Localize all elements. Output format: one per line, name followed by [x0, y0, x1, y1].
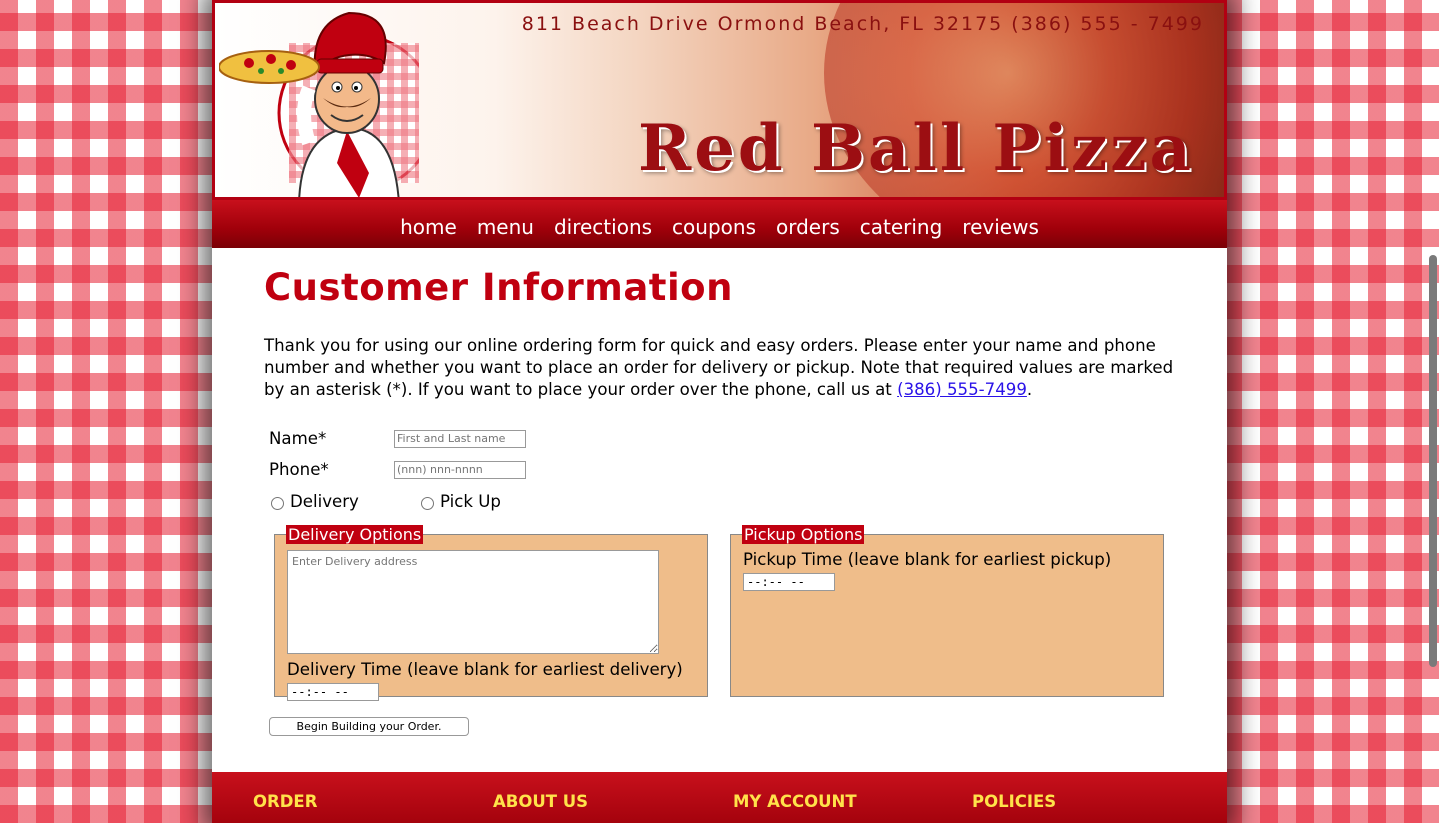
- footer-about-heading[interactable]: ABOUT US: [493, 792, 588, 811]
- footer-account-heading[interactable]: MY ACCOUNT: [733, 792, 857, 811]
- pickup-radio[interactable]: [421, 496, 434, 510]
- delivery-label: Delivery: [290, 491, 359, 511]
- footer-policies-heading[interactable]: POLICIES: [972, 792, 1056, 811]
- name-input[interactable]: [394, 429, 526, 448]
- main-content: Customer Information Thank you for using…: [212, 248, 1227, 736]
- begin-order-button[interactable]: Begin Building your Order.: [269, 717, 469, 736]
- footer: ORDER ABOUT US MY ACCOUNT POLICIES: [212, 772, 1227, 823]
- page-title: Customer Information: [264, 266, 733, 309]
- main-nav: home menu directions coupons orders cate…: [212, 200, 1227, 248]
- nav-item-reviews[interactable]: reviews: [952, 215, 1049, 239]
- nav-item-orders[interactable]: orders: [766, 215, 850, 239]
- pickup-options-legend: Pickup Options: [742, 525, 865, 544]
- nav-item-menu[interactable]: menu: [467, 215, 544, 239]
- options-fieldsets: Delivery Options Delivery Time (leave bl…: [264, 525, 1175, 701]
- order-type-row: Delivery Pick Up: [264, 485, 1175, 517]
- pickup-time-input[interactable]: --:-- --: [743, 573, 835, 591]
- delivery-radio[interactable]: [271, 496, 284, 510]
- pickup-option: Pick Up: [419, 492, 569, 511]
- phone-label: Phone*: [269, 460, 329, 479]
- phone-input[interactable]: [394, 460, 526, 479]
- intro-end: .: [1026, 380, 1033, 399]
- header-banner: 811 Beach Drive Ormond Beach, FL 32175 (…: [212, 0, 1227, 200]
- nav-item-directions[interactable]: directions: [544, 215, 662, 239]
- page-container: 811 Beach Drive Ormond Beach, FL 32175 (…: [212, 0, 1227, 823]
- intro-text: Thank you for using our online ordering …: [264, 336, 1174, 399]
- pickup-time-label: Pickup Time (leave blank for earliest pi…: [743, 550, 1112, 569]
- delivery-options-fieldset: Delivery Options Delivery Time (leave bl…: [274, 525, 708, 701]
- header-address: 811 Beach Drive Ormond Beach, FL 32175 (…: [521, 13, 1204, 35]
- footer-order-heading[interactable]: ORDER: [253, 792, 317, 811]
- nav-item-catering[interactable]: catering: [850, 215, 953, 239]
- delivery-options-legend: Delivery Options: [286, 525, 424, 544]
- chef-logo-icon: [219, 11, 419, 197]
- phone-row: Phone*: [264, 454, 1175, 485]
- nav-item-coupons[interactable]: coupons: [662, 215, 766, 239]
- phone-link[interactable]: (386) 555-7499: [897, 380, 1027, 399]
- delivery-address-input[interactable]: [287, 550, 659, 654]
- intro-paragraph: Thank you for using our online ordering …: [264, 335, 1175, 401]
- nav-item-home[interactable]: home: [390, 215, 467, 239]
- delivery-time-input[interactable]: --:-- --: [287, 683, 379, 701]
- delivery-time-label: Delivery Time (leave blank for earliest …: [287, 660, 683, 679]
- pickup-label: Pick Up: [440, 491, 501, 511]
- pickup-options-fieldset: Pickup Options Pickup Time (leave blank …: [730, 525, 1164, 697]
- name-label: Name*: [269, 429, 327, 448]
- delivery-option: Delivery: [269, 492, 419, 511]
- page-scrollbar[interactable]: [1429, 255, 1437, 667]
- name-row: Name*: [264, 423, 1175, 454]
- brand-title: Red Ball Pizza: [638, 111, 1194, 186]
